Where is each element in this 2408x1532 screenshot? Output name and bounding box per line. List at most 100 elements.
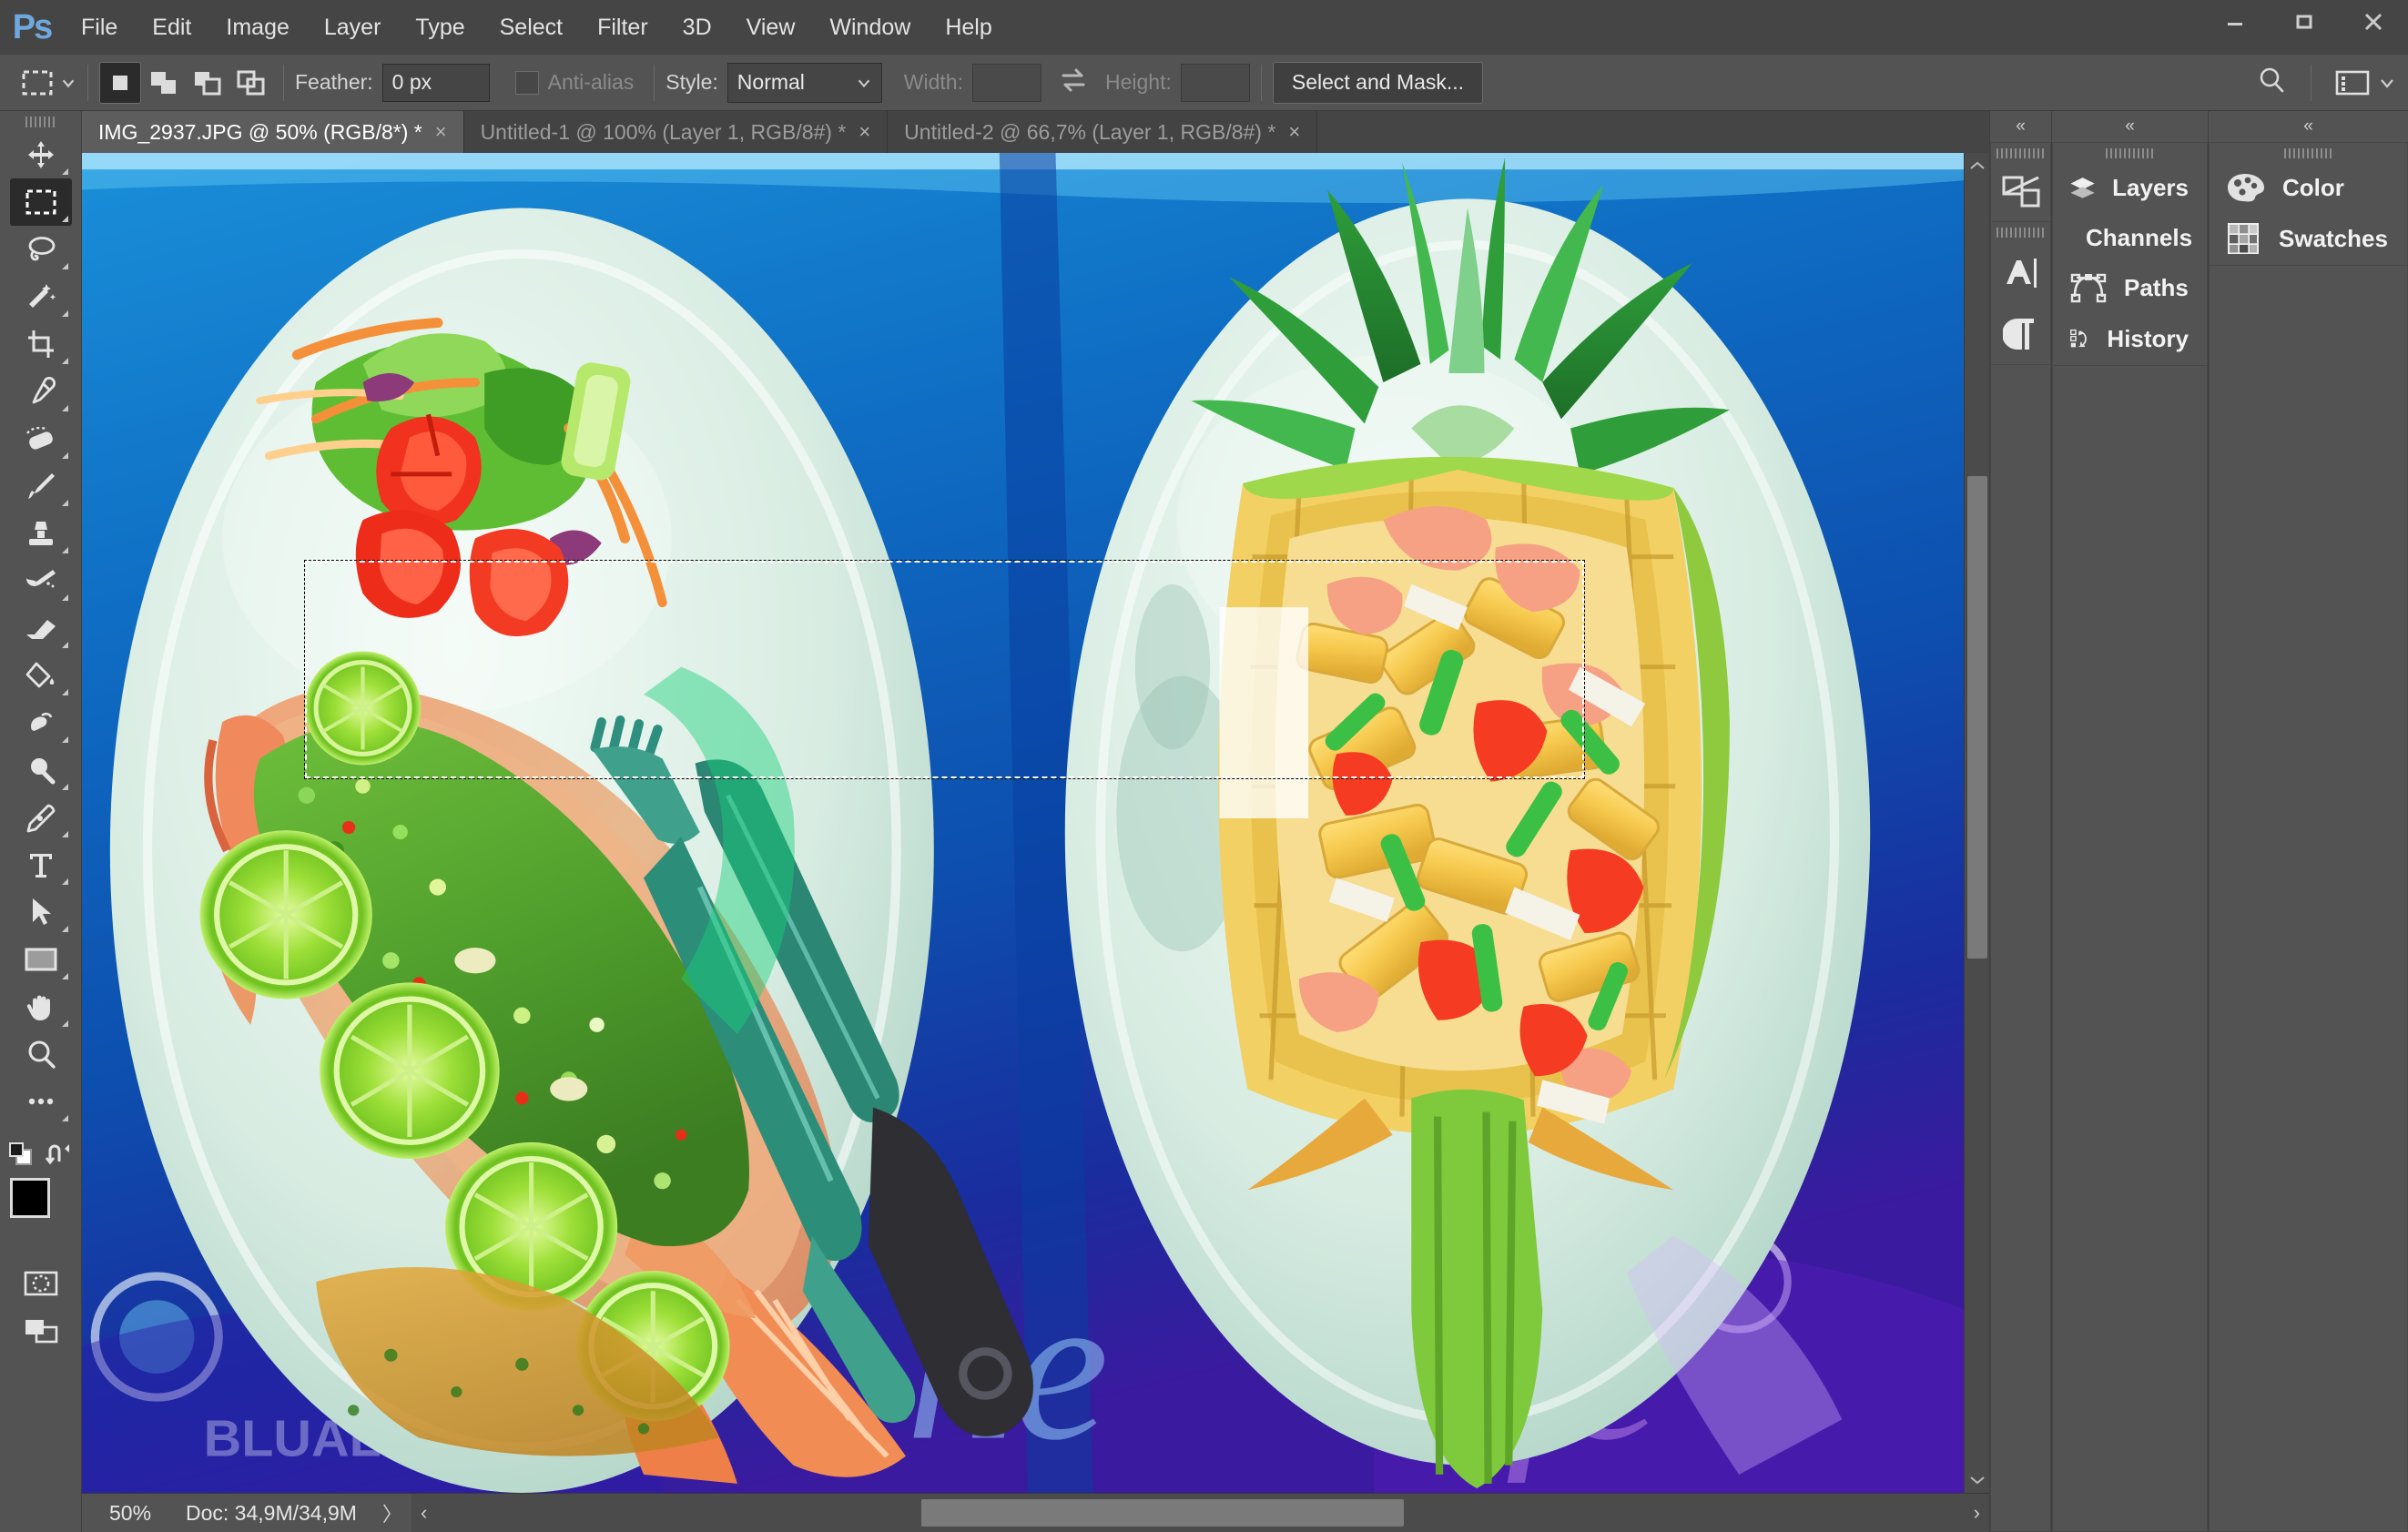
menu-type[interactable]: Type	[398, 0, 482, 55]
intersect-with-selection-button[interactable]	[230, 62, 272, 104]
rectangle-tool[interactable]	[10, 936, 72, 983]
close-icon[interactable]: ×	[1288, 120, 1300, 144]
select-and-mask-button[interactable]: Select and Mask...	[1272, 61, 1484, 104]
swap-dimensions-icon[interactable]	[1058, 66, 1089, 98]
move-tool[interactable]	[10, 131, 72, 178]
menu-window[interactable]: Window	[812, 0, 928, 55]
collapse-panels-button-1[interactable]: «	[1990, 111, 2051, 142]
tab-untitled-1[interactable]: Untitled-1 @ 100% (Layer 1, RGB/8#) * ×	[463, 111, 889, 153]
scroll-left-arrow[interactable]: ‹	[411, 1501, 436, 1525]
swap-colors-icon[interactable]	[45, 1141, 74, 1173]
blur-tool[interactable]	[10, 699, 72, 746]
rectangular-marquee-tool[interactable]	[9, 178, 72, 226]
panel-grip[interactable]	[2053, 143, 2207, 163]
add-to-selection-button[interactable]	[143, 62, 185, 104]
canvas-horizontal-scrollbar[interactable]: ‹ ›	[411, 1493, 1989, 1532]
dodge-tool[interactable]	[10, 746, 72, 794]
hand-tool[interactable]	[10, 983, 72, 1030]
width-input[interactable]	[971, 63, 1041, 102]
menu-image[interactable]: Image	[208, 0, 306, 55]
menu-help[interactable]: Help	[928, 0, 1009, 55]
tab-img-2937[interactable]: IMG_2937.JPG @ 50% (RGB/8*) * ×	[82, 111, 464, 153]
width-label: Width:	[903, 70, 963, 94]
chevron-down-icon	[62, 79, 75, 87]
brush-tool[interactable]	[10, 462, 72, 510]
subtract-from-selection-button[interactable]	[187, 62, 229, 104]
layers-panel-button[interactable]: Layers	[2053, 163, 2207, 212]
tool-preset-picker[interactable]	[0, 66, 76, 100]
close-icon[interactable]: ×	[435, 120, 447, 144]
color-panel-label: Color	[2282, 173, 2344, 201]
scroll-down-arrow[interactable]	[1965, 1467, 1990, 1493]
menu-select[interactable]: Select	[483, 0, 580, 55]
eyedropper-tool[interactable]	[10, 368, 72, 415]
scroll-right-arrow[interactable]: ›	[1965, 1501, 1989, 1525]
pen-tool[interactable]	[10, 794, 72, 841]
menu-filter[interactable]: Filter	[580, 0, 666, 55]
type-tool[interactable]	[10, 841, 72, 888]
panel-grip[interactable]	[1991, 222, 2050, 242]
close-button[interactable]	[2339, 0, 2408, 44]
tab-label: Untitled-2 @ 66,7% (Layer 1, RGB/8#) *	[904, 119, 1276, 144]
scroll-up-arrow[interactable]	[1965, 153, 1990, 178]
edit-toolbar-button[interactable]	[10, 1078, 72, 1125]
tab-untitled-2[interactable]: Untitled-2 @ 66,7% (Layer 1, RGB/8#) * ×	[888, 111, 1318, 153]
menu-file[interactable]: File	[64, 0, 135, 55]
body-row: IMG_2937.JPG @ 50% (RGB/8*) * × Untitled…	[0, 111, 2408, 1532]
vertical-scroll-thumb[interactable]	[1967, 476, 1987, 959]
foreground-color-swatch[interactable]	[9, 1178, 50, 1218]
antialias-checkbox[interactable]	[514, 70, 539, 95]
photoshop-window: Ps File Edit Image Layer Type Select Fil…	[0, 0, 2408, 1532]
menu-view[interactable]: View	[729, 0, 813, 55]
character-panel-button[interactable]	[1991, 242, 2050, 304]
layers-icon	[2070, 178, 2095, 198]
quick-selection-tool[interactable]	[10, 273, 72, 320]
history-brush-tool[interactable]	[10, 557, 72, 604]
menu-edit[interactable]: Edit	[135, 0, 208, 55]
adjustments-panel-button[interactable]	[1991, 163, 2050, 221]
toolbar-grip[interactable]	[25, 117, 56, 127]
clone-stamp-tool[interactable]	[10, 510, 72, 557]
canvas-vertical-scrollbar[interactable]	[1964, 153, 1989, 1493]
feather-input[interactable]	[381, 63, 490, 102]
zoom-tool[interactable]	[10, 1030, 72, 1078]
paint-bucket-tool[interactable]	[10, 652, 72, 699]
quick-mask-button[interactable]	[10, 1260, 72, 1307]
workspace-switcher-button[interactable]	[2335, 69, 2397, 96]
close-icon[interactable]: ×	[859, 120, 870, 144]
lasso-tool[interactable]	[10, 226, 72, 273]
history-panel-button[interactable]: History	[2053, 312, 2207, 365]
path-selection-tool[interactable]	[10, 888, 72, 936]
paragraph-panel-button[interactable]	[1991, 304, 2050, 364]
channels-panel-button[interactable]: Channels	[2053, 212, 2207, 263]
crop-tool[interactable]	[10, 320, 72, 368]
default-colors-icon[interactable]	[8, 1141, 36, 1173]
adjustments-panel-icon	[2002, 176, 2039, 208]
antialias-group[interactable]: Anti-alias	[514, 70, 644, 95]
collapse-panels-button-3[interactable]: «	[2209, 111, 2408, 142]
swatches-panel-button[interactable]: Swatches	[2210, 212, 2407, 265]
new-selection-button[interactable]	[99, 61, 141, 104]
lasso-icon	[28, 237, 55, 261]
maximize-button[interactable]	[2270, 0, 2339, 44]
status-expand-icon[interactable]: 〉	[373, 1498, 411, 1527]
height-input[interactable]	[1180, 63, 1250, 102]
paths-panel-button[interactable]: Paths	[2053, 263, 2207, 312]
minimize-button[interactable]	[2200, 0, 2270, 44]
image-canvas[interactable]: BLUAL5 ne fe	[82, 153, 1964, 1493]
style-select[interactable]: Normal	[726, 62, 882, 103]
screen-mode-button[interactable]	[10, 1307, 72, 1354]
color-panel-button[interactable]: Color	[2210, 163, 2407, 212]
horizontal-scroll-thumb[interactable]	[920, 1498, 1404, 1527]
history-icon	[2070, 329, 2087, 348]
healing-brush-tool[interactable]	[10, 415, 72, 462]
zoom-level-field[interactable]: 50%	[82, 1501, 169, 1526]
menu-layer[interactable]: Layer	[307, 0, 399, 55]
tab-label: IMG_2937.JPG @ 50% (RGB/8*) *	[98, 119, 422, 144]
menu-3d[interactable]: 3D	[666, 0, 729, 55]
search-icon[interactable]	[2256, 65, 2287, 100]
panel-grip[interactable]	[1991, 143, 2050, 163]
eraser-tool[interactable]	[10, 604, 72, 652]
collapse-panels-button-2[interactable]: «	[2052, 111, 2208, 142]
panel-grip[interactable]	[2210, 143, 2407, 163]
